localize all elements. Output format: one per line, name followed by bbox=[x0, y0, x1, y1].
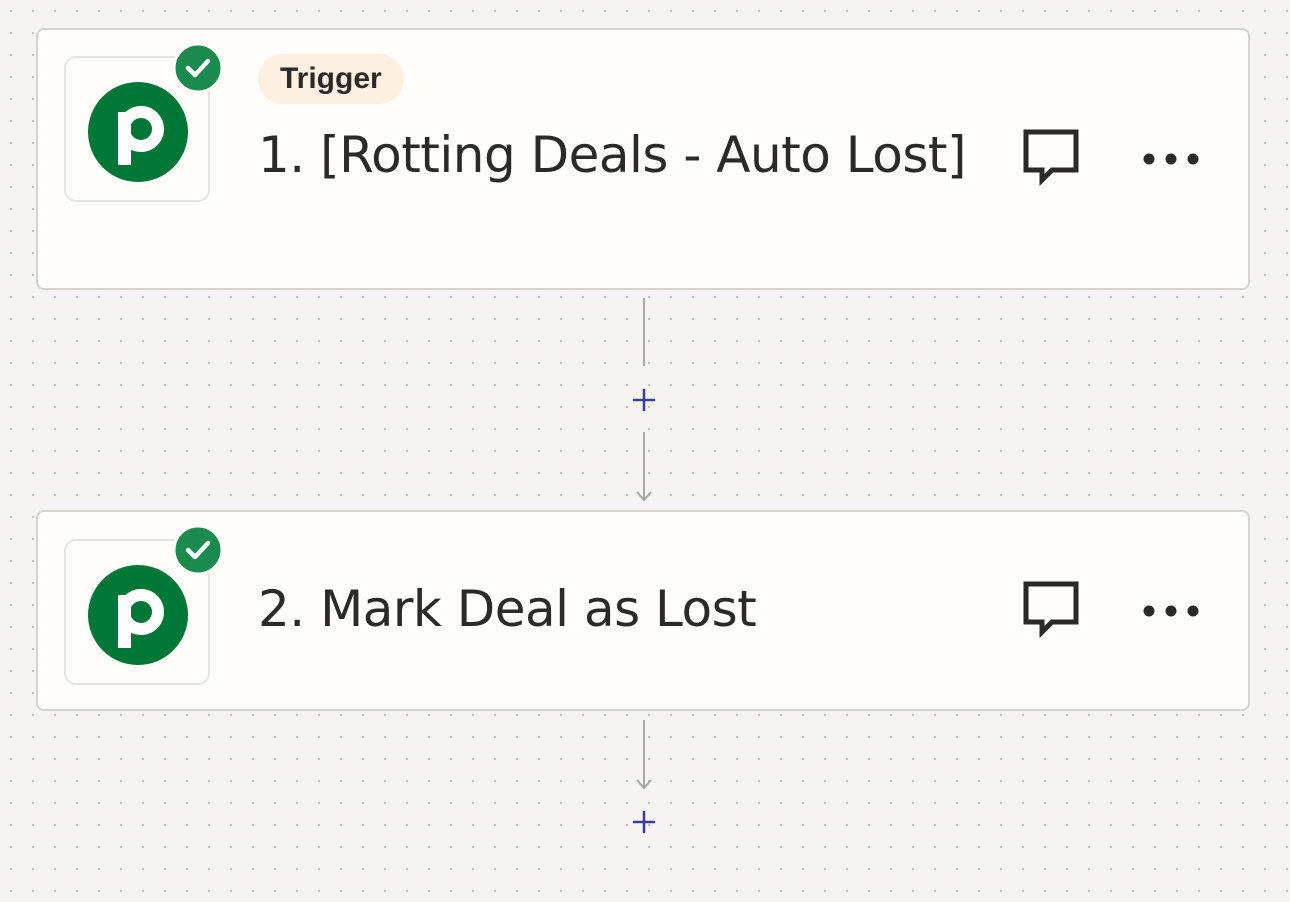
step-card-action[interactable]: 2. Mark Deal as Lost bbox=[36, 510, 1250, 711]
more-horizontal-icon[interactable] bbox=[1138, 596, 1204, 626]
check-circle-icon bbox=[172, 524, 224, 576]
connector-line bbox=[643, 298, 645, 366]
check-circle-icon bbox=[172, 42, 224, 94]
arrow-down-icon bbox=[636, 432, 652, 502]
add-step-button[interactable] bbox=[624, 380, 664, 420]
more-horizontal-icon[interactable] bbox=[1138, 144, 1204, 174]
pipedrive-logo-icon bbox=[88, 565, 188, 665]
zap-editor-canvas: Trigger 1. [Rotting Deals - Auto Lost] 2… bbox=[0, 0, 1290, 902]
step-card-trigger[interactable]: Trigger 1. [Rotting Deals - Auto Lost] bbox=[36, 28, 1250, 290]
step-title[interactable]: 1. [Rotting Deals - Auto Lost] bbox=[258, 120, 978, 190]
add-step-button[interactable] bbox=[624, 802, 664, 842]
arrow-down-icon bbox=[636, 720, 652, 790]
plus-icon[interactable] bbox=[633, 389, 655, 411]
pipedrive-logo-icon bbox=[88, 82, 188, 182]
trigger-badge: Trigger bbox=[258, 54, 404, 104]
comment-icon[interactable] bbox=[1018, 124, 1084, 190]
step-title[interactable]: 2. Mark Deal as Lost bbox=[258, 574, 978, 644]
plus-icon[interactable] bbox=[633, 811, 655, 833]
comment-icon[interactable] bbox=[1018, 576, 1084, 642]
